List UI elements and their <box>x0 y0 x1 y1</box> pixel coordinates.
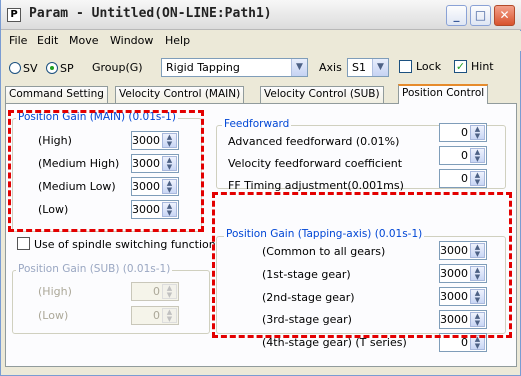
maximize-icon[interactable]: □ <box>470 5 491 26</box>
spindle-switch-checkbox[interactable] <box>17 237 30 250</box>
spin-arrows-icon[interactable]: ▲ ▼ <box>470 148 485 163</box>
radio-sv[interactable] <box>9 62 21 74</box>
position-control-panel: Position Gain (MAIN) (0.01s-1) (High) 30… <box>5 103 517 367</box>
chevron-down-icon[interactable]: ▼ <box>291 59 307 76</box>
feedforward-label: Velocity feedforward coefficient <box>228 157 403 170</box>
tab-velocity-control-main[interactable]: Velocity Control (MAIN) <box>115 86 245 103</box>
lock-checkbox[interactable] <box>399 60 412 73</box>
ff-timing-input[interactable]: 0 ▲ ▼ <box>439 169 487 188</box>
chevron-down-icon[interactable]: ▼ <box>372 59 388 76</box>
spindle-switch-label: Use of spindle switching function <box>34 238 216 251</box>
feedforward-label: FF Timing adjustment(0.001ms) <box>228 179 404 192</box>
app-icon: P <box>7 8 21 22</box>
spin-arrows-icon[interactable]: ▲ ▼ <box>470 171 485 186</box>
menu-bar: File Edit Move Window Help <box>1 31 521 51</box>
spin-value: 0 <box>461 172 468 185</box>
gain-sub-low-input[interactable]: 0 ▲ ▼ <box>131 306 179 325</box>
feedforward-label: Advanced feedforward (0.01%) <box>228 135 400 148</box>
gain-sub-label: (High) <box>38 285 72 298</box>
velocity-feedforward-input[interactable]: 0 ▲ ▼ <box>439 146 487 165</box>
window-title: Param - Untitled(ON-LINE:Path1) <box>29 6 272 21</box>
radio-sp-label: SP <box>60 62 74 75</box>
spin-value: 0 <box>153 285 160 298</box>
hint-label: Hint <box>471 60 494 73</box>
axis-select-value: S1 <box>352 61 366 74</box>
close-icon[interactable]: ✕ <box>494 5 515 26</box>
tab-velocity-control-sub[interactable]: Velocity Control (SUB) <box>260 86 384 103</box>
spin-value: 0 <box>461 126 468 139</box>
lock-label: Lock <box>416 60 442 73</box>
menu-window[interactable]: Window <box>110 34 153 47</box>
spin-value: 0 <box>153 309 160 322</box>
gain-sub-label: (Low) <box>38 309 69 322</box>
position-gain-sub-group <box>12 270 210 334</box>
toolbar: SV SP Group(G) Rigid Tapping ▼ Axis S1 ▼… <box>1 54 521 82</box>
radio-sv-label: SV <box>23 62 38 75</box>
radio-sp[interactable] <box>46 62 58 74</box>
feedforward-title: Feedforward <box>222 118 292 130</box>
spin-arrows-icon[interactable]: ▲ ▼ <box>162 308 177 323</box>
position-gain-sub-title: Position Gain (SUB) (0.01s-1) <box>16 263 173 275</box>
gain-sub-high-input[interactable]: 0 ▲ ▼ <box>131 282 179 301</box>
minimize-icon[interactable]: _ <box>446 5 467 26</box>
spin-arrows-icon[interactable]: ▲ ▼ <box>162 284 177 299</box>
spin-value: 0 <box>461 149 468 162</box>
axis-select[interactable]: S1 ▼ <box>347 58 389 77</box>
menu-move[interactable]: Move <box>69 34 99 47</box>
spin-arrows-icon[interactable]: ▲ ▼ <box>470 125 485 140</box>
hint-checkbox[interactable]: ✓ <box>454 60 467 73</box>
tab-position-control[interactable]: Position Control <box>398 84 489 104</box>
param-window: P Param - Untitled(ON-LINE:Path1) _ □ ✕ … <box>0 0 521 376</box>
highlight-tapping-gain <box>212 192 512 338</box>
group-select-value: Rigid Tapping <box>166 61 240 74</box>
group-label: Group(G) <box>92 61 143 74</box>
menu-edit[interactable]: Edit <box>37 34 58 47</box>
axis-label: Axis <box>319 61 342 74</box>
group-select[interactable]: Rigid Tapping ▼ <box>161 58 308 77</box>
tab-command-setting[interactable]: Command Setting <box>5 86 108 103</box>
menu-help[interactable]: Help <box>165 34 190 47</box>
highlight-main-gain <box>8 110 204 232</box>
menu-file[interactable]: File <box>9 34 27 47</box>
advanced-feedforward-input[interactable]: 0 ▲ ▼ <box>439 123 487 142</box>
title-bar[interactable]: P Param - Untitled(ON-LINE:Path1) _ □ ✕ <box>1 0 521 30</box>
